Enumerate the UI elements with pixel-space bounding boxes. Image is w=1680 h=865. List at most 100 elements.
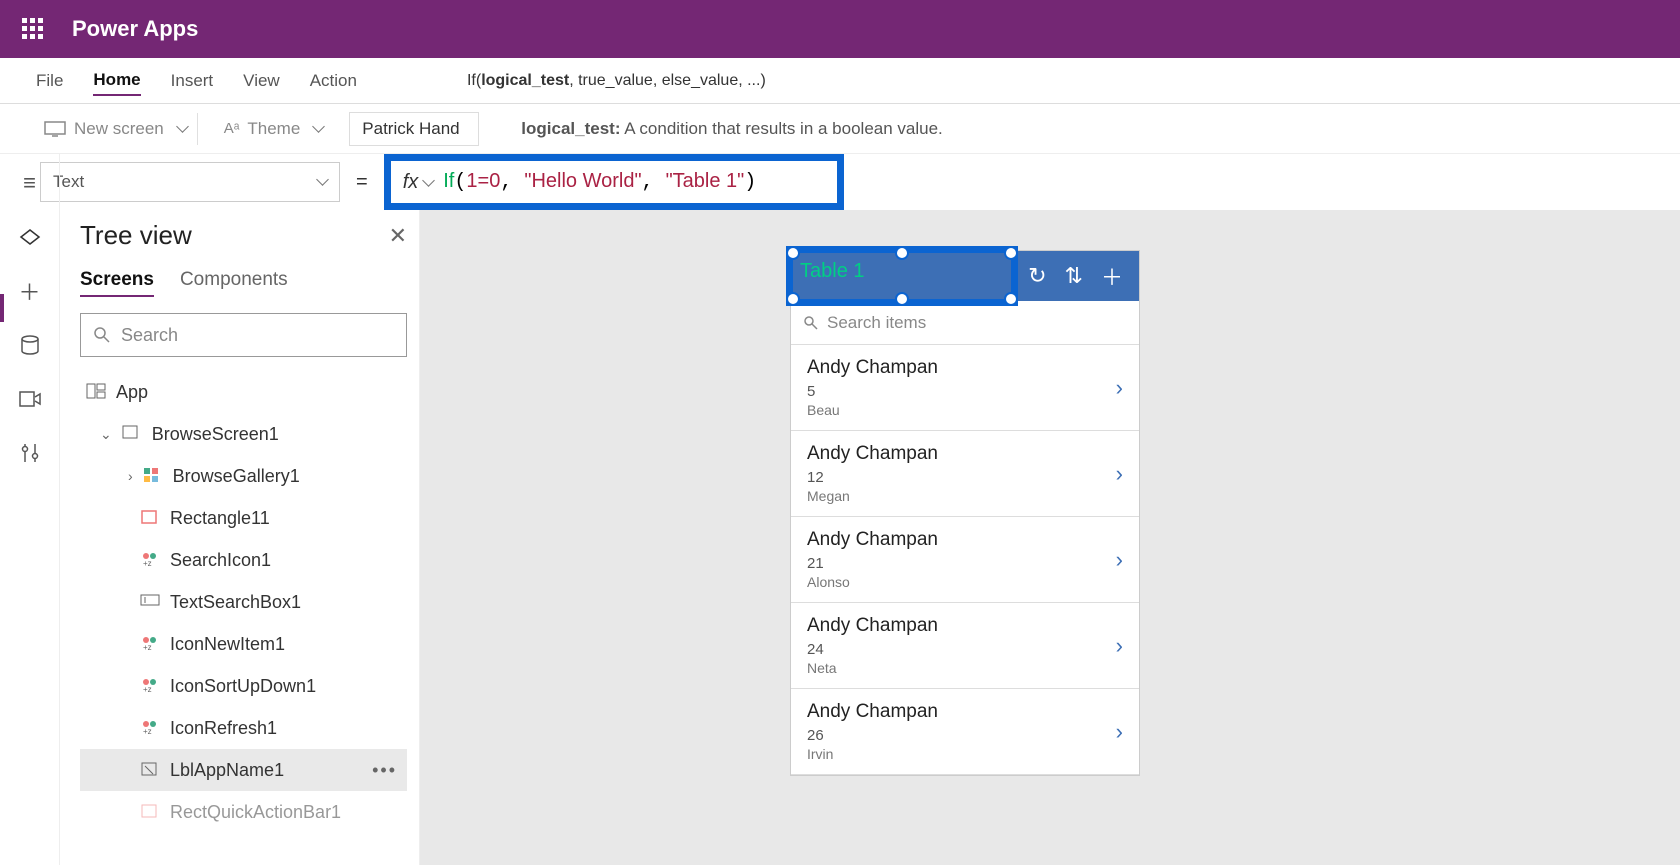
list-item[interactable]: Andy Champan 21 Alonso ›: [791, 517, 1139, 603]
item-subtitle: Megan: [807, 488, 938, 504]
tree-item-searchicon1[interactable]: +z SearchIcon1: [80, 539, 407, 581]
tree-item-rectquickactionbar1[interactable]: RectQuickActionBar1: [80, 791, 407, 833]
formula-input-highlight: fx If(1=0, "Hello World", "Table 1"): [384, 154, 844, 210]
app-launcher-icon[interactable]: [22, 18, 44, 40]
chevron-down-icon: [172, 119, 187, 139]
item-subtitle: Irvin: [807, 746, 938, 762]
list-item[interactable]: Andy Champan 5 Beau ›: [791, 345, 1139, 431]
tab-view[interactable]: View: [243, 67, 280, 95]
theme-icon: Aᵃ: [224, 120, 240, 137]
chevron-right-icon: ›: [128, 468, 133, 484]
tab-action[interactable]: Action: [310, 67, 357, 95]
formula-text[interactable]: If(1=0, "Hello World", "Table 1"): [443, 170, 756, 194]
tree-item-app[interactable]: App: [80, 371, 407, 413]
tree-item-label: IconNewItem1: [170, 634, 285, 655]
textbox-icon: [140, 593, 160, 611]
item-name: Andy Champan: [807, 357, 938, 379]
shape-icon: [140, 509, 160, 527]
media-icon[interactable]: [17, 386, 43, 412]
tree-item-iconsortupdown1[interactable]: +z IconSortUpDown1: [80, 665, 407, 707]
tree-item-browsegallery1[interactable]: › BrowseGallery1: [80, 455, 407, 497]
tree-view-panel: Tree view ✕ Screens Components Search Ap…: [60, 210, 420, 865]
control-icon: +z: [140, 635, 160, 653]
tree-tabs: Screens Components: [80, 269, 407, 297]
search-placeholder: Search items: [827, 313, 926, 333]
sort-icon[interactable]: ⇅: [1065, 263, 1083, 289]
tree-item-iconrefresh1[interactable]: +z IconRefresh1: [80, 707, 407, 749]
more-icon[interactable]: •••: [372, 760, 407, 781]
chevron-right-icon: ›: [1116, 633, 1123, 659]
screen-icon: [122, 425, 142, 443]
tree-item-label: TextSearchBox1: [170, 592, 301, 613]
list-item[interactable]: Andy Champan 12 Megan ›: [791, 431, 1139, 517]
tree-item-browsescreen1[interactable]: ⌄ BrowseScreen1: [80, 413, 407, 455]
shape-icon: [140, 803, 160, 821]
item-subtitle: Neta: [807, 660, 938, 676]
top-bar: Power Apps: [0, 0, 1680, 58]
tree-item-label: IconRefresh1: [170, 718, 277, 739]
tab-home[interactable]: Home: [93, 66, 140, 96]
screen-icon: [44, 121, 66, 137]
font-selector[interactable]: Patrick Hand: [349, 112, 479, 146]
hamburger-icon[interactable]: ≡: [17, 170, 43, 196]
item-name: Andy Champan: [807, 443, 938, 465]
ribbon-tabs: File Home Insert View Action If(logical_…: [0, 58, 1680, 104]
formula-bar: Text = fx If(1=0, "Hello World", "Table …: [0, 154, 1680, 210]
item-number: 21: [807, 555, 938, 572]
item-name: Andy Champan: [807, 701, 938, 723]
data-icon[interactable]: [17, 332, 43, 358]
tree-item-label: LblAppName1: [170, 760, 284, 781]
svg-text:+z: +z: [143, 643, 152, 652]
tree-item-textsearchbox1[interactable]: TextSearchBox1: [80, 581, 407, 623]
svg-text:+z: +z: [143, 727, 152, 736]
app-preview: ↻ ⇅ ＋ Search items Andy Champan 5 Beau ›…: [790, 250, 1140, 776]
tree-view-icon[interactable]: [17, 224, 43, 250]
active-indicator: [0, 294, 4, 322]
tree-view-title: Tree view: [80, 220, 192, 251]
param-description: logical_test: A condition that results i…: [521, 119, 1680, 139]
refresh-icon[interactable]: ↻: [1028, 263, 1046, 289]
svg-text:+z: +z: [143, 685, 152, 694]
list-item[interactable]: Andy Champan 24 Neta ›: [791, 603, 1139, 689]
tree-item-label: RectQuickActionBar1: [170, 802, 341, 823]
new-screen-button[interactable]: New screen: [34, 113, 198, 145]
label-icon: [140, 761, 160, 779]
insert-icon[interactable]: ＋: [17, 278, 43, 304]
gallery-icon: [143, 467, 163, 485]
app-title-label[interactable]: Table 1: [800, 260, 865, 283]
tree-item-lblappname1[interactable]: LblAppName1 •••: [80, 749, 407, 791]
app-search-input[interactable]: Search items: [791, 301, 1139, 345]
svg-text:+z: +z: [143, 559, 152, 568]
left-rail: ≡ ＋: [0, 154, 60, 865]
app-icon: [86, 383, 106, 401]
item-name: Andy Champan: [807, 529, 938, 551]
item-number: 26: [807, 727, 938, 744]
item-subtitle: Alonso: [807, 574, 938, 590]
chevron-down-icon: [308, 119, 323, 139]
fx-icon[interactable]: fx: [403, 171, 434, 194]
tab-components[interactable]: Components: [180, 269, 288, 297]
tab-file[interactable]: File: [36, 67, 63, 95]
tree-item-iconnewitem1[interactable]: +z IconNewItem1: [80, 623, 407, 665]
property-selector[interactable]: Text: [40, 162, 340, 202]
search-icon: [803, 315, 819, 331]
tree-search-input[interactable]: Search: [80, 313, 407, 357]
formula-signature-hint: If(logical_test, true_value, else_value,…: [467, 72, 1666, 90]
search-icon: [93, 326, 111, 344]
add-icon[interactable]: ＋: [1101, 260, 1123, 292]
item-number: 12: [807, 469, 938, 486]
tab-insert[interactable]: Insert: [171, 67, 214, 95]
new-screen-label: New screen: [74, 119, 164, 139]
list-item[interactable]: Andy Champan 26 Irvin ›: [791, 689, 1139, 775]
tab-screens[interactable]: Screens: [80, 269, 154, 297]
tree-item-rectangle11[interactable]: Rectangle11: [80, 497, 407, 539]
close-icon[interactable]: ✕: [389, 223, 407, 249]
ribbon-toolbar: New screen Aᵃ Theme Patrick Hand logical…: [0, 104, 1680, 154]
tree-item-label: BrowseScreen1: [152, 424, 279, 445]
item-subtitle: Beau: [807, 402, 938, 418]
tree-item-label: BrowseGallery1: [173, 466, 300, 487]
tools-icon[interactable]: [17, 440, 43, 466]
tree-list: App ⌄ BrowseScreen1 › BrowseGallery1 Rec…: [80, 371, 407, 833]
theme-button[interactable]: Aᵃ Theme: [214, 113, 334, 145]
chevron-right-icon: ›: [1116, 547, 1123, 573]
